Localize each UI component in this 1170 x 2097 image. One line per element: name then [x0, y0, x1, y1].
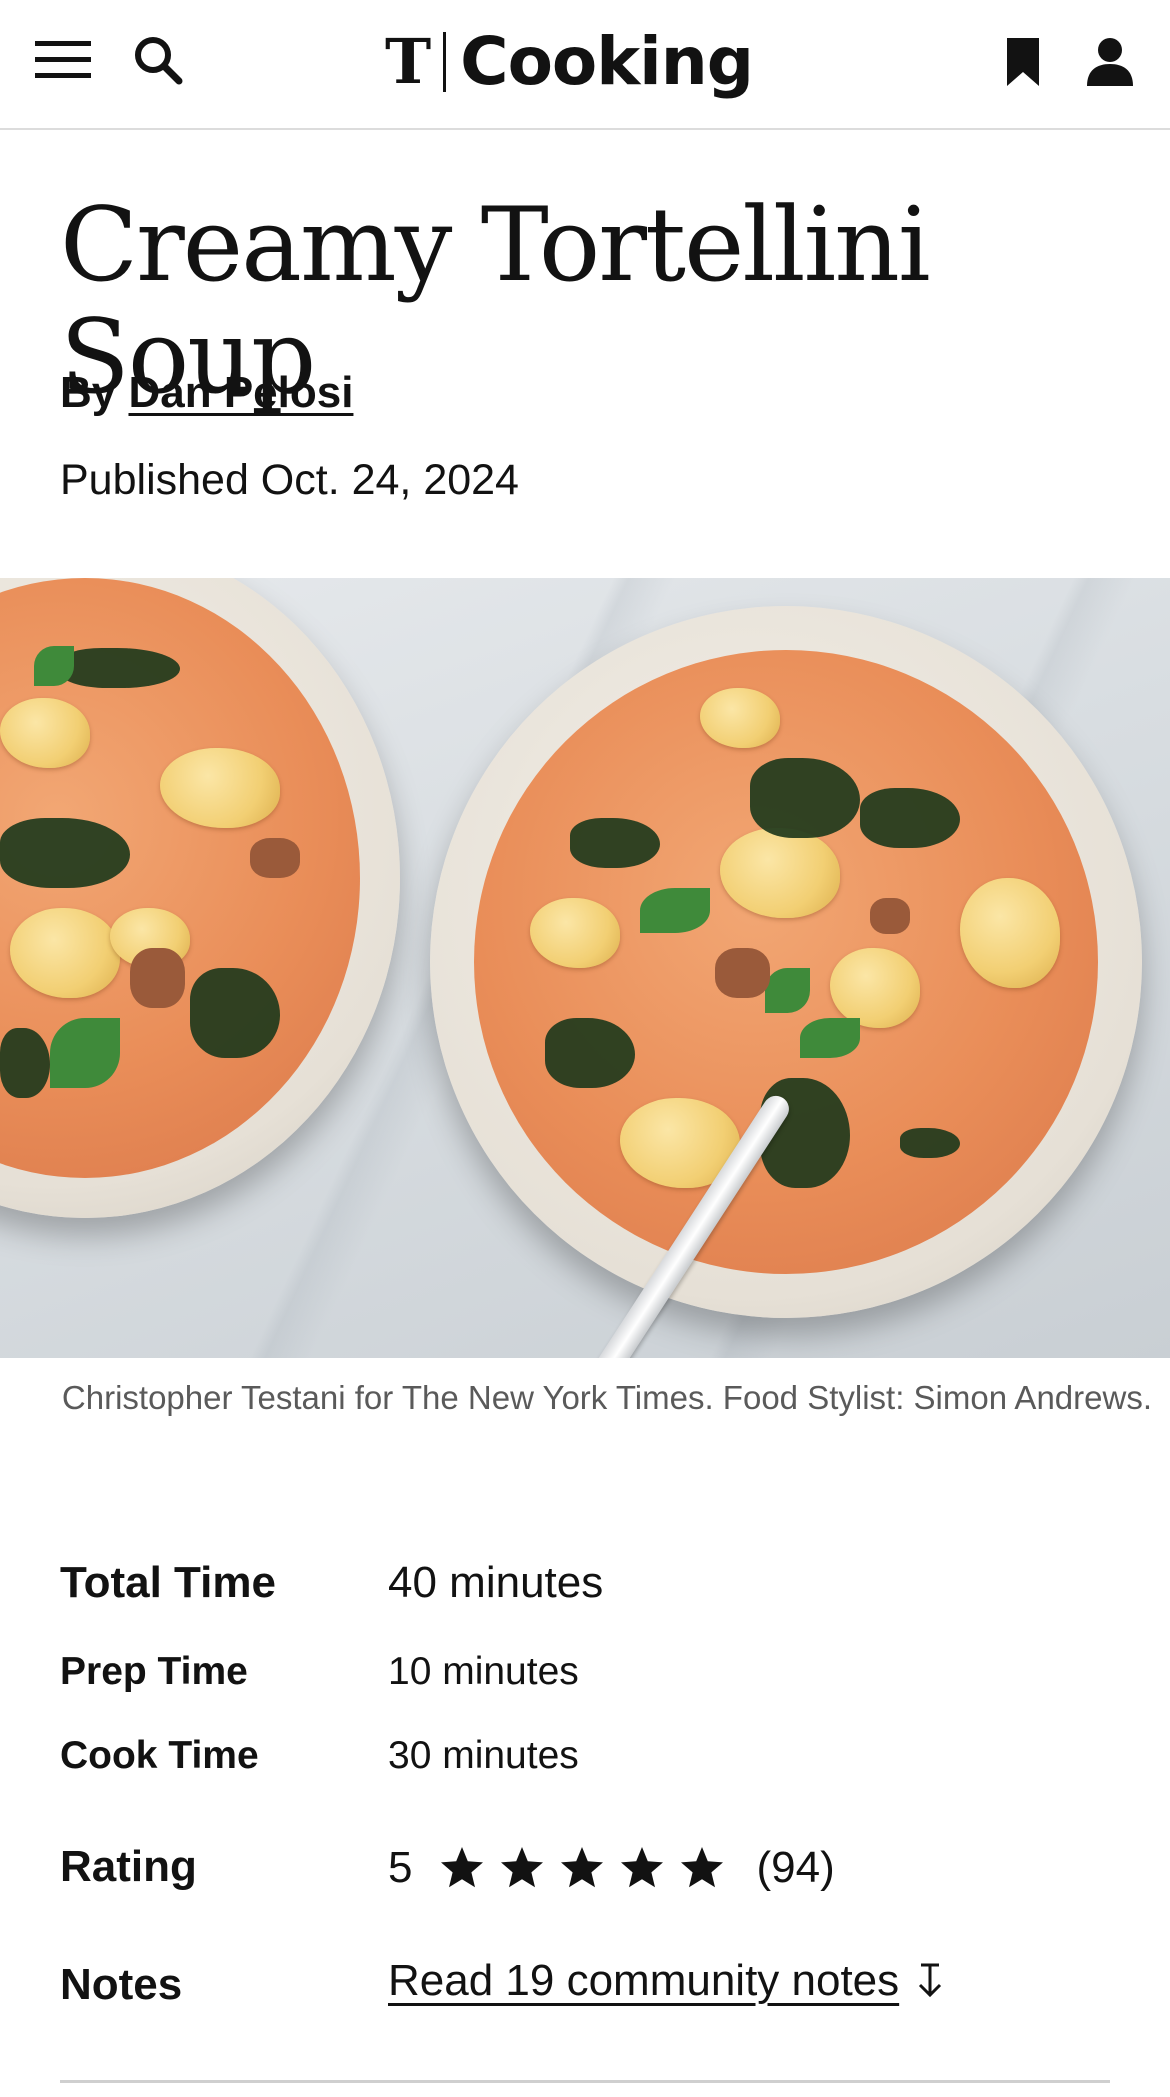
- menu-icon: [35, 41, 91, 78]
- prep-time-value: 10 minutes: [388, 1650, 579, 1693]
- prep-time-label: Prep Time: [60, 1650, 248, 1693]
- search-button[interactable]: [128, 30, 188, 90]
- section-divider: [60, 2080, 1110, 2083]
- save-recipe-button[interactable]: [995, 30, 1051, 94]
- community-notes-link-text: Read 19 community notes: [388, 1956, 900, 2005]
- top-navigation-bar: T Cooking: [0, 0, 1170, 130]
- cook-time-label: Cook Time: [60, 1734, 259, 1777]
- byline-prefix: By: [60, 368, 117, 417]
- author-link[interactable]: Dan Pelosi: [128, 368, 353, 417]
- rating-stars: [438, 1844, 726, 1892]
- brand-name: Cooking: [460, 23, 754, 100]
- byline: By Dan Pelosi: [60, 368, 353, 418]
- star-icon: [501, 1847, 544, 1888]
- star-icon: [621, 1847, 664, 1888]
- published-date: Published Oct. 24, 2024: [60, 456, 519, 504]
- cook-time-value: 30 minutes: [388, 1734, 579, 1777]
- rating-count: (94): [756, 1843, 835, 1892]
- community-notes-link[interactable]: Read 19 community notes: [388, 1956, 947, 2006]
- menu-button[interactable]: [30, 32, 96, 88]
- account-icon: [1087, 38, 1133, 86]
- account-button[interactable]: [1078, 30, 1142, 94]
- nyt-cooking-logo[interactable]: T Cooking: [385, 22, 754, 102]
- rating-value: 5: [388, 1843, 413, 1892]
- rating-label: Rating: [60, 1842, 197, 1891]
- star-icon: [441, 1847, 484, 1888]
- arrow-down-icon: [919, 1963, 942, 1998]
- photo-caption: Christopher Testani for The New York Tim…: [61, 1379, 1152, 1416]
- search-icon: [135, 37, 183, 85]
- rating-summary[interactable]: 5 (94): [388, 1838, 835, 1898]
- recipe-photo: [0, 578, 1170, 1358]
- star-icon: [561, 1847, 604, 1888]
- notes-label: Notes: [60, 1960, 183, 2009]
- logo-divider: [443, 32, 447, 92]
- bookmark-icon: [1007, 38, 1039, 86]
- total-time-label: Total Time: [60, 1558, 276, 1607]
- total-time-value: 40 minutes: [388, 1558, 604, 1607]
- nyt-logo-mark: T: [385, 25, 432, 98]
- star-icon: [681, 1847, 724, 1888]
